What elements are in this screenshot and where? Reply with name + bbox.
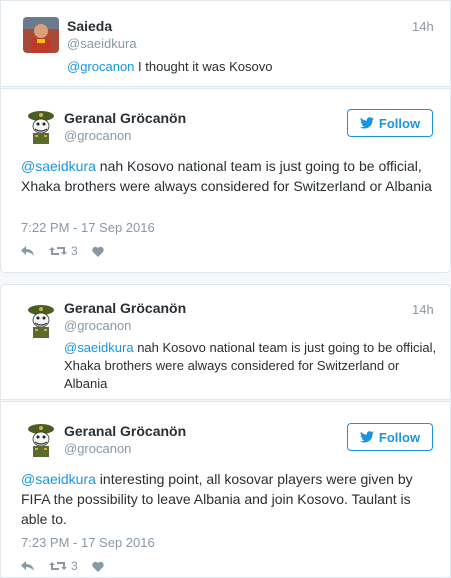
author-handle[interactable]: @grocanon (64, 128, 131, 143)
author-name[interactable]: Geranal Gröcanön (64, 110, 186, 126)
tweet-card-saieda: Saieda @saeidkura 14h @grocanon I though… (0, 0, 451, 87)
twitter-bird-icon (359, 117, 374, 129)
avatar[interactable] (23, 421, 59, 457)
author-name[interactable]: Saieda (67, 18, 112, 34)
like-button[interactable] (91, 561, 104, 572)
author-handle[interactable]: @grocanon (64, 441, 131, 456)
mention-link[interactable]: @saeidkura (21, 158, 96, 174)
mention-link[interactable]: @saeidkura (21, 471, 96, 487)
tweet-actions: 3 (21, 559, 118, 573)
follow-button[interactable]: Follow (347, 423, 433, 451)
mention-link[interactable]: @grocanon (67, 59, 134, 74)
tweet-time[interactable]: 14h (412, 302, 434, 317)
follow-label: Follow (378, 429, 421, 445)
tweet-date[interactable]: 7:23 PM - 17 Sep 2016 (21, 535, 155, 550)
retweet-icon (49, 560, 67, 572)
author-handle[interactable]: @saeidkura (67, 36, 137, 51)
retweet-count: 3 (71, 559, 78, 573)
reply-icon (21, 560, 35, 572)
author-handle[interactable]: @grocanon (64, 318, 131, 333)
avatar[interactable] (23, 17, 59, 53)
reply-icon (21, 245, 35, 257)
tweet-text: @saeidkura nah Kosovo national team is j… (64, 339, 439, 393)
follow-label: Follow (378, 115, 421, 131)
tweet-card-grocanon-1: Geranal Gröcanön @grocanon Follow @saeid… (0, 88, 451, 273)
tweet-body: I thought it was Kosovo (134, 59, 273, 74)
retweet-icon (49, 245, 67, 257)
avatar[interactable] (23, 108, 59, 144)
follow-button[interactable]: Follow (347, 109, 433, 137)
tweet-text: @grocanon I thought it was Kosovo (67, 58, 437, 76)
tweet-text: @saeidkura interesting point, all kosova… (21, 469, 439, 529)
tweet-time[interactable]: 14h (412, 19, 434, 34)
mention-link[interactable]: @saeidkura (64, 340, 134, 355)
tweet-actions: 3 (21, 244, 118, 258)
like-icon (91, 561, 104, 572)
like-button[interactable] (91, 246, 104, 257)
retweet-button[interactable]: 3 (49, 244, 78, 258)
tweet-date[interactable]: 7:22 PM - 17 Sep 2016 (21, 220, 155, 235)
author-name[interactable]: Geranal Gröcanön (64, 300, 186, 316)
retweet-count: 3 (71, 244, 78, 258)
tweet-card-grocanon-3: Geranal Gröcanön @grocanon Follow @saeid… (0, 401, 451, 578)
author-name[interactable]: Geranal Gröcanön (64, 423, 186, 439)
tweet-text: @saeidkura nah Kosovo national team is j… (21, 156, 436, 196)
retweet-button[interactable]: 3 (49, 559, 78, 573)
reply-button[interactable] (21, 560, 35, 572)
avatar[interactable] (23, 302, 59, 338)
twitter-bird-icon (359, 431, 374, 443)
tweet-card-grocanon-2: Geranal Gröcanön @grocanon 14h @saeidkur… (0, 284, 451, 400)
like-icon (91, 246, 104, 257)
reply-button[interactable] (21, 245, 35, 257)
